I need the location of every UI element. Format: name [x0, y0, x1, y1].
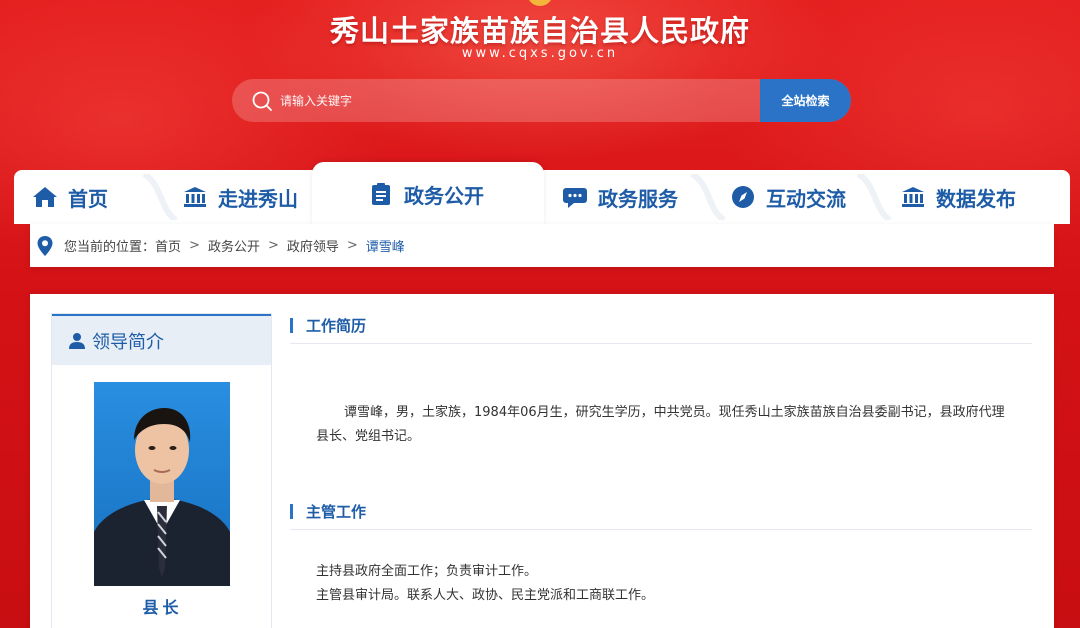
breadcrumb-prefix: 您当前的位置：: [64, 240, 156, 255]
tab-divider: [856, 174, 892, 220]
leader-photo: [94, 382, 230, 586]
tab-divider: [142, 174, 178, 220]
nav-item-label: 政务公开: [404, 183, 484, 208]
breadcrumb-link-home[interactable]: 首页: [155, 236, 181, 255]
nav-item-label: 政务服务: [598, 186, 678, 211]
section-title-resume: 工作简历: [290, 308, 1032, 344]
leader-panel-header: 领导简介: [52, 314, 271, 365]
breadcrumb-current: 谭雪峰: [365, 240, 405, 255]
duty-line: 主持县政府全面工作；负责审计工作。: [316, 564, 538, 579]
compass-icon: [732, 186, 754, 208]
home-icon: [33, 187, 57, 207]
nav-item-interaction[interactable]: 互动交流: [730, 170, 846, 224]
search-button[interactable]: 全站检索: [760, 79, 851, 122]
breadcrumb-link-leaders[interactable]: 政府领导: [287, 236, 339, 255]
section-title-duties: 主管工作: [290, 494, 1032, 530]
nav-item-data[interactable]: 数据发布: [900, 170, 1016, 224]
main-nav: 首页 走进秀山 政务公开 政务服务 互动交流 数据发布: [14, 162, 1070, 226]
search-icon[interactable]: [251, 90, 273, 112]
nav-item-about[interactable]: 走进秀山: [182, 170, 298, 224]
nav-item-services[interactable]: 政务服务: [562, 170, 678, 224]
breadcrumb-separator: >: [189, 238, 200, 253]
nav-item-home[interactable]: 首页: [32, 170, 108, 224]
bank-icon: [902, 187, 924, 207]
duty-line: 主管县审计局。联系人大、政协、民主党派和工商联工作。: [316, 588, 655, 603]
leader-panel-title: 领导简介: [92, 331, 164, 353]
user-icon: [69, 332, 85, 349]
nav-item-label: 数据发布: [936, 186, 1016, 211]
resume-text: 谭雪峰，男，土家族，1984年06月生，研究生学历，中共党员。现任秀山土家族苗族…: [316, 405, 1005, 444]
search-input[interactable]: [280, 79, 750, 122]
chat-icon: [563, 188, 587, 208]
nav-item-label: 首页: [68, 186, 108, 211]
landmark-icon: [184, 187, 206, 207]
breadcrumb-separator: >: [267, 238, 279, 253]
site-url: www.cqxs.gov.cn: [461, 46, 619, 61]
search-bar: 全站检索: [232, 79, 851, 122]
content-panel: 领导简介 县长 工作简历 谭雪峰，男，土家族，1984年06月生，研究生学历，中…: [30, 294, 1054, 628]
nav-item-gov-affairs[interactable]: 政务公开: [312, 162, 544, 226]
breadcrumb-separator: >: [346, 238, 358, 253]
breadcrumb: 您当前的位置： 首页 > 政务公开 > 政府领导 > 谭雪峰: [30, 224, 1054, 267]
leader-panel: 领导简介 县长: [51, 313, 272, 628]
leader-role: 县长: [142, 598, 183, 617]
breadcrumb-link-gov-affairs[interactable]: 政务公开: [208, 236, 260, 255]
nav-item-label: 走进秀山: [218, 186, 298, 211]
location-pin-icon: [37, 235, 53, 256]
clipboard-icon: [372, 183, 390, 205]
site-title[interactable]: 秀山土家族苗族自治县人民政府: [0, 8, 1080, 50]
nav-item-label: 互动交流: [766, 186, 846, 211]
tab-divider: [690, 174, 726, 220]
